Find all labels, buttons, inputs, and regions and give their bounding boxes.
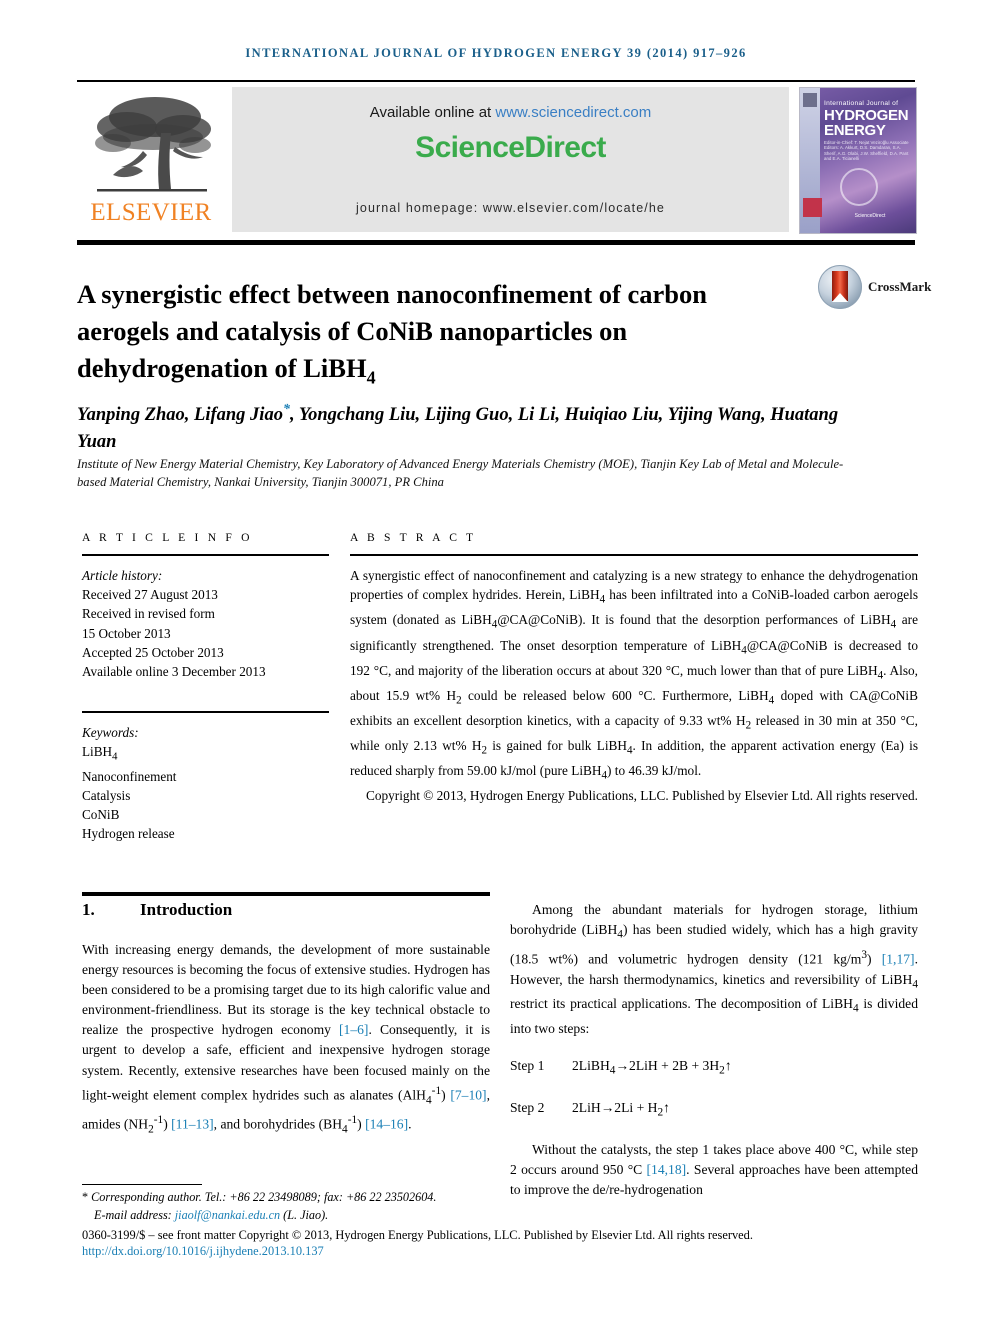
author-names-first: Yanping Zhao, Lifang Jiao <box>77 405 283 426</box>
citation-ref[interactable]: [1–6] <box>339 1022 368 1037</box>
crossmark-icon <box>818 265 862 309</box>
abstract-text: A synergistic effect of nanoconfinement … <box>350 568 919 782</box>
abstract-copyright: Copyright © 2013, Hydrogen Energy Public… <box>365 787 918 803</box>
journal-cover-thumbnail: International Journal of HYDROGEN ENERGY… <box>799 87 917 234</box>
email-label: E-mail address: <box>94 1208 175 1222</box>
footnote-rule <box>82 1184 202 1186</box>
intro-paragraph-right-1: Among the abundant materials for hydroge… <box>510 902 918 1037</box>
keyword-item: Hydrogen release <box>82 826 175 842</box>
running-head: INTERNATIONAL JOURNAL OF HYDROGEN ENERGY… <box>245 46 747 60</box>
keywords-block: Keywords: LiBH4 Nanoconfinement Catalysi… <box>82 723 329 844</box>
abstract-heading: A B S T R A C T <box>350 531 477 544</box>
cover-title-small: International Journal of <box>824 100 899 107</box>
section-number: 1. <box>82 900 95 919</box>
elsevier-wordmark: ELSEVIER <box>90 199 212 226</box>
article-info-column: A R T I C L E I N F O Article history: R… <box>82 531 329 843</box>
elsevier-logo: ELSEVIER <box>77 87 225 233</box>
step-2-label: Step 2 <box>510 1100 545 1116</box>
keyword-item: Nanoconfinement <box>82 768 177 784</box>
crossmark-label: CrossMark <box>868 279 932 294</box>
cover-editors: Editor-in-Chief: T. Nejat Veziroğlu Asso… <box>824 140 909 162</box>
equation-step-1: Step 1 2LiBH4→2LiH + 2B + 3H2↑ <box>510 1058 732 1077</box>
history-item: Accepted 25 October 2013 <box>82 644 224 660</box>
crossmark-badge[interactable]: CrossMark <box>818 265 931 313</box>
intro-paragraph-right-2: Without the catalysts, the step 1 takes … <box>510 1141 918 1198</box>
banner-bottom-rule <box>77 240 915 245</box>
abstract-column: A B S T R A C T A synergistic effect of … <box>350 531 918 805</box>
citation-ref[interactable]: [7–10] <box>450 1087 486 1102</box>
keyword-item: CoNiB <box>82 807 120 823</box>
page-title-subscript: 4 <box>366 367 376 388</box>
cover-title-large: HYDROGEN ENERGY <box>824 107 909 139</box>
citation-ref[interactable]: [1,17] <box>882 951 915 966</box>
paper-first-page: INTERNATIONAL JOURNAL OF HYDROGEN ENERGY… <box>0 0 992 1323</box>
affiliation: Institute of New Energy Material Chemist… <box>77 457 844 489</box>
journal-homepage-line[interactable]: journal homepage: www.elsevier.com/locat… <box>232 201 789 215</box>
abstract-rule <box>350 554 918 556</box>
article-history: Article history: Received 27 August 2013… <box>82 566 329 681</box>
keywords-label: Keywords: <box>82 724 139 740</box>
email-line: E-mail address: jiaolf@nankai.edu.cn (L.… <box>82 1206 542 1224</box>
available-online-text: Available online at <box>369 104 496 121</box>
citation-ref[interactable]: [14,18] <box>647 1162 687 1177</box>
sciencedirect-wordmark: ScienceDirect <box>415 131 606 164</box>
keyword-item: LiBH4 <box>82 743 118 763</box>
doi-link[interactable]: http://dx.doi.org/10.1016/j.ijhydene.201… <box>82 1244 582 1259</box>
cover-elsevier-mark <box>803 93 817 107</box>
article-info-heading: A R T I C L E I N F O <box>82 531 253 544</box>
header-divider <box>77 80 915 82</box>
keyword-item: Catalysis <box>82 787 131 803</box>
step-1-label: Step 1 <box>510 1058 545 1074</box>
cover-graphic-ring <box>840 168 878 206</box>
introduction-rule <box>82 892 490 896</box>
history-item: Received in revised form <box>82 606 215 622</box>
keywords-rule <box>82 711 329 713</box>
page-title-text: A synergistic effect between nanoconfine… <box>77 278 707 383</box>
sciencedirect-box: Available online at www.sciencedirect.co… <box>232 87 789 232</box>
section-title: Introduction <box>140 900 233 919</box>
history-item: Received 27 August 2013 <box>82 587 218 603</box>
article-info-rule <box>82 554 329 556</box>
email-suffix: (L. Jiao). <box>280 1208 329 1222</box>
corresponding-author-marker: * <box>282 402 290 417</box>
equation-step-2: Step 2 2LiH→2Li + H2↑ <box>510 1100 670 1119</box>
article-history-label: Article history: <box>82 568 163 583</box>
cover-sciencedirect-mark: ScienceDirect <box>854 213 886 219</box>
introduction-right-column: Among the abundant materials for hydroge… <box>510 900 918 1200</box>
footnote-block: * Corresponding author. Tel.: +86 22 234… <box>82 1188 542 1224</box>
page-title: A synergistic effect between nanoconfine… <box>77 276 767 396</box>
history-item: Available online 3 December 2013 <box>82 664 266 680</box>
corresponding-author-text: Corresponding author. Tel.: +86 22 23498… <box>88 1190 437 1204</box>
corresponding-author-note: * Corresponding author. Tel.: +86 22 234… <box>82 1188 542 1206</box>
abstract-body: A synergistic effect of nanoconfinement … <box>350 566 918 805</box>
sciencedirect-url[interactable]: www.sciencedirect.com <box>495 104 651 121</box>
publisher-banner: ELSEVIER Available online at www.science… <box>77 85 917 234</box>
history-item: 15 October 2013 <box>82 625 171 641</box>
introduction-left-column: With increasing energy demands, the deve… <box>82 940 490 1139</box>
introduction-heading: 1. Introduction <box>82 900 490 920</box>
elsevier-tree-icon <box>95 97 211 192</box>
author-list: Yanping Zhao, Lifang Jiao*, Yongchang Li… <box>77 396 877 456</box>
cover-ihe-badge <box>803 198 822 217</box>
citation-ref[interactable]: [11–13] <box>171 1117 214 1132</box>
email-address[interactable]: jiaolf@nankai.edu.cn <box>175 1208 280 1222</box>
crossmark-ribbon-icon <box>832 271 848 302</box>
front-matter-line: 0360-3199/$ – see front matter Copyright… <box>82 1228 753 1242</box>
citation-ref[interactable]: [14–16] <box>365 1117 408 1132</box>
intro-paragraph-left: With increasing energy demands, the deve… <box>82 942 490 1136</box>
available-online-line: Available online at www.sciencedirect.co… <box>232 104 789 121</box>
